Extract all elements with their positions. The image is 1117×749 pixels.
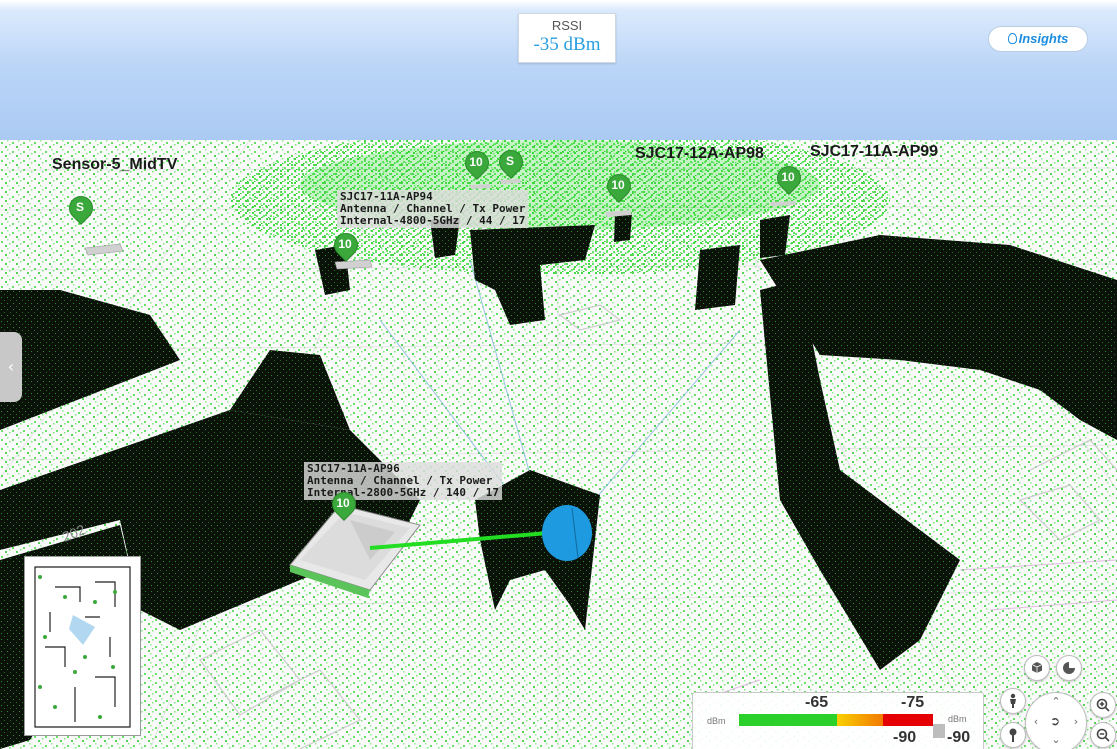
nav-center-icon[interactable]: ➲ — [1049, 714, 1061, 728]
3d-coverage-view[interactable]: RSSI -35 dBm Insights Sensor-5_MidTV SJC… — [0, 0, 1117, 749]
marker-text: S — [75, 200, 84, 214]
nav-up-icon[interactable]: ⌃ — [1050, 695, 1062, 708]
location-pin-icon — [1009, 728, 1017, 742]
heatmap-button[interactable] — [1056, 655, 1082, 681]
marker-text: 10 — [611, 178, 625, 192]
insights-button[interactable]: Insights — [988, 26, 1088, 52]
pie-chart-icon — [1063, 661, 1076, 674]
rssi-label: RSSI — [551, 18, 583, 33]
minimap[interactable] — [24, 556, 141, 736]
legend-unit-left: dBm — [707, 716, 726, 726]
ap98-label[interactable]: SJC17-12A-AP98 — [635, 145, 764, 163]
zoom-in-button[interactable] — [1090, 692, 1116, 718]
floor-plane — [0, 140, 1117, 749]
marker-text: 10 — [338, 237, 352, 251]
legend-bar-none — [933, 724, 945, 738]
marker-text: 10 — [469, 155, 483, 169]
minimap-floorplan — [25, 557, 140, 735]
insights-label: Insights — [1018, 31, 1069, 46]
marker-text: S — [505, 154, 514, 168]
ap94-info-values: Internal-4800-5GHz / 44 / 17 — [340, 214, 526, 227]
legend-value-mid: -65 — [805, 694, 829, 711]
zoom-in-icon — [1096, 698, 1110, 712]
chevron-left-icon: ‹ — [7, 357, 15, 376]
nav-right-icon[interactable]: › — [1070, 715, 1082, 728]
location-pin-button[interactable] — [1000, 722, 1026, 748]
legend-value-low-a: -90 — [893, 729, 917, 746]
legend-bar-medium — [837, 714, 883, 726]
person-view-button[interactable] — [1000, 688, 1026, 714]
person-icon — [1010, 693, 1016, 708]
ap99-label[interactable]: SJC17-11A-AP99 — [810, 143, 938, 161]
zoom-out-button[interactable] — [1090, 722, 1116, 748]
marker-text: 10 — [336, 496, 350, 510]
marker-text: 10 — [781, 170, 795, 184]
view-3d-button[interactable] — [1024, 655, 1050, 681]
legend-value-low-b: -90 — [947, 729, 971, 746]
signal-legend: dBm -65 -75 -90 -90 dBm — [692, 692, 984, 749]
navigation-pad[interactable]: ⌃ ‹ › ⌄ ➲ — [1025, 692, 1087, 749]
legend-value-high: -75 — [901, 694, 925, 711]
legend-unit-right: dBm — [948, 714, 967, 724]
nav-left-icon[interactable]: ‹ — [1030, 715, 1042, 728]
legend-bar-weak — [883, 714, 933, 726]
legend-bar-strong — [739, 714, 837, 726]
sensor-label[interactable]: Sensor-5_MidTV — [52, 156, 177, 174]
nav-down-icon[interactable]: ⌄ — [1050, 733, 1062, 746]
client-device[interactable] — [542, 505, 592, 561]
ap94-info-box: SJC17-11A-AP94 Antenna / Channel / Tx Po… — [337, 190, 529, 228]
rssi-value: -35 dBm — [533, 34, 601, 55]
lightbulb-icon — [1007, 33, 1017, 44]
rssi-readout: RSSI -35 dBm — [518, 13, 616, 63]
zoom-out-icon — [1096, 728, 1110, 742]
side-panel-toggle[interactable]: ‹ — [0, 332, 22, 402]
ap96-info-box: SJC17-11A-AP96 Antenna / Channel / Tx Po… — [304, 462, 503, 500]
cube-icon — [1031, 662, 1043, 673]
